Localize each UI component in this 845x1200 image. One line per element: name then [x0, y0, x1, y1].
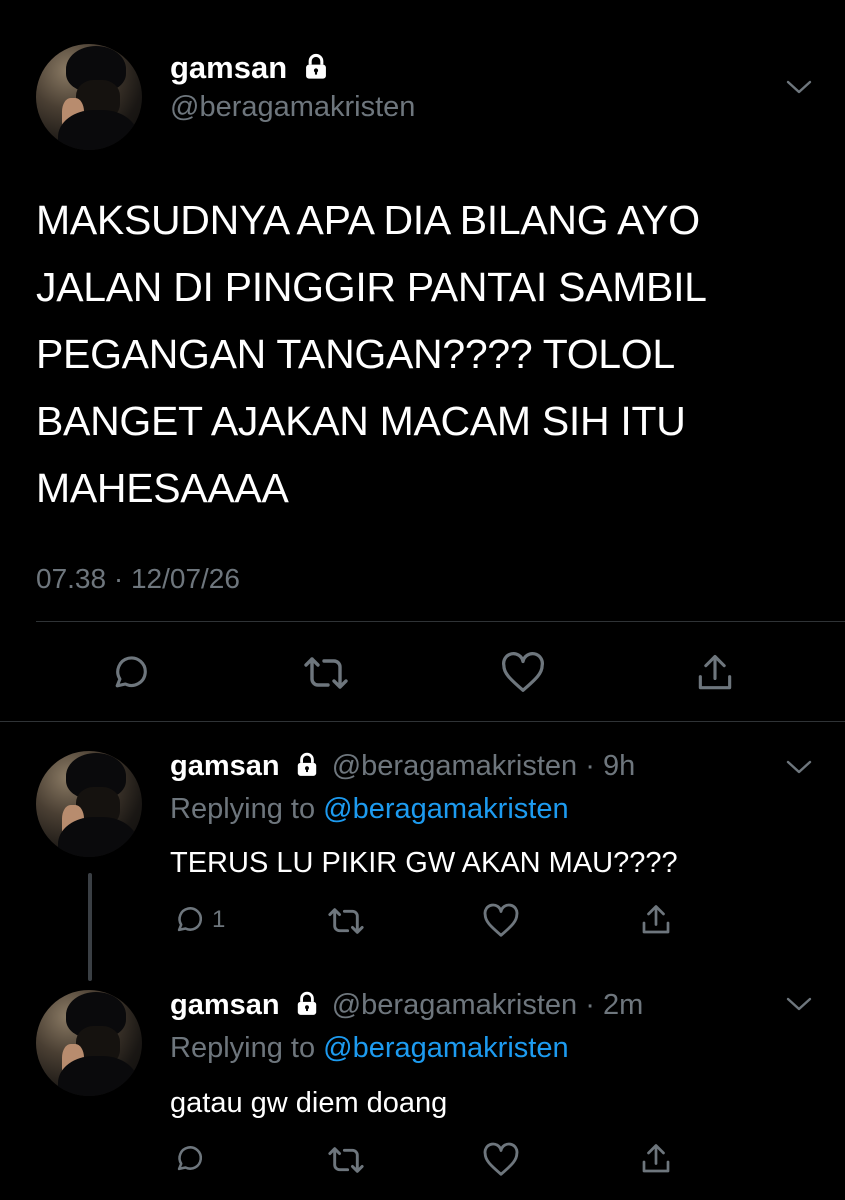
- reply-icon[interactable]: [108, 651, 152, 695]
- tweet-line: PEGANGAN TANGAN???? TOLOL: [36, 331, 675, 377]
- tweet-line: JALAN DI PINGGIR PANTAI SAMBIL: [36, 264, 707, 310]
- replying-to-link[interactable]: @beragamakristen: [323, 793, 568, 825]
- retweet-icon[interactable]: [325, 1142, 367, 1178]
- tweet-line: BANGET AJAKAN MACAM SIH ITU: [36, 398, 686, 444]
- chevron-down-icon[interactable]: [785, 995, 813, 1013]
- replying-to: Replying to @beragamakristen: [170, 792, 569, 826]
- display-name[interactable]: gamsan: [170, 750, 280, 782]
- lock-icon: [297, 991, 316, 1015]
- handle[interactable]: @beragamakristen: [170, 90, 415, 124]
- replying-to-link[interactable]: @beragamakristen: [323, 1032, 568, 1064]
- handle-and-time[interactable]: @beragamakristen · 2m: [332, 989, 644, 1021]
- tweet-line: MAHESAAAA: [36, 465, 289, 511]
- reply-header: gamsan @beragamakristen · 9h: [170, 749, 635, 783]
- share-icon[interactable]: [638, 1140, 674, 1178]
- tweet-text: MAKSUDNYA APA DIA BILANG AYO JALAN DI PI…: [36, 187, 826, 522]
- heart-icon[interactable]: [482, 1142, 520, 1178]
- heart-icon[interactable]: [500, 651, 546, 695]
- share-icon[interactable]: [638, 901, 674, 939]
- chevron-down-icon[interactable]: [785, 78, 813, 96]
- lock-icon: [305, 53, 326, 79]
- divider: [36, 621, 845, 622]
- lock-icon: [297, 752, 316, 776]
- tweet-line: MAKSUDNYA APA DIA BILANG AYO: [36, 197, 700, 243]
- replying-to: Replying to @beragamakristen: [170, 1031, 569, 1065]
- avatar[interactable]: [36, 990, 142, 1096]
- chevron-down-icon[interactable]: [785, 758, 813, 776]
- handle-and-time[interactable]: @beragamakristen · 9h: [332, 750, 635, 782]
- reply-text: gatau gw diem doang: [170, 1087, 448, 1119]
- replying-to-label: Replying to: [170, 1032, 316, 1064]
- divider: [0, 721, 845, 722]
- share-icon[interactable]: [693, 650, 737, 696]
- display-name[interactable]: gamsan: [170, 50, 330, 86]
- reply-icon[interactable]: [172, 903, 206, 937]
- timestamp[interactable]: 07.38 · 12/07/26: [36, 562, 240, 596]
- reply-count: 1: [212, 906, 226, 933]
- reply-text: TERUS LU PIKIR GW AKAN MAU????: [170, 847, 678, 879]
- display-name-text: gamsan: [170, 50, 288, 85]
- retweet-icon[interactable]: [300, 651, 352, 695]
- avatar[interactable]: [36, 44, 142, 150]
- avatar[interactable]: [36, 751, 142, 857]
- display-name[interactable]: gamsan: [170, 989, 280, 1021]
- reply-header: gamsan @beragamakristen · 2m: [170, 988, 643, 1022]
- heart-icon[interactable]: [482, 903, 520, 939]
- reply-icon[interactable]: [172, 1142, 206, 1176]
- replying-to-label: Replying to: [170, 793, 316, 825]
- retweet-icon[interactable]: [325, 903, 367, 939]
- thread-line: [88, 873, 92, 981]
